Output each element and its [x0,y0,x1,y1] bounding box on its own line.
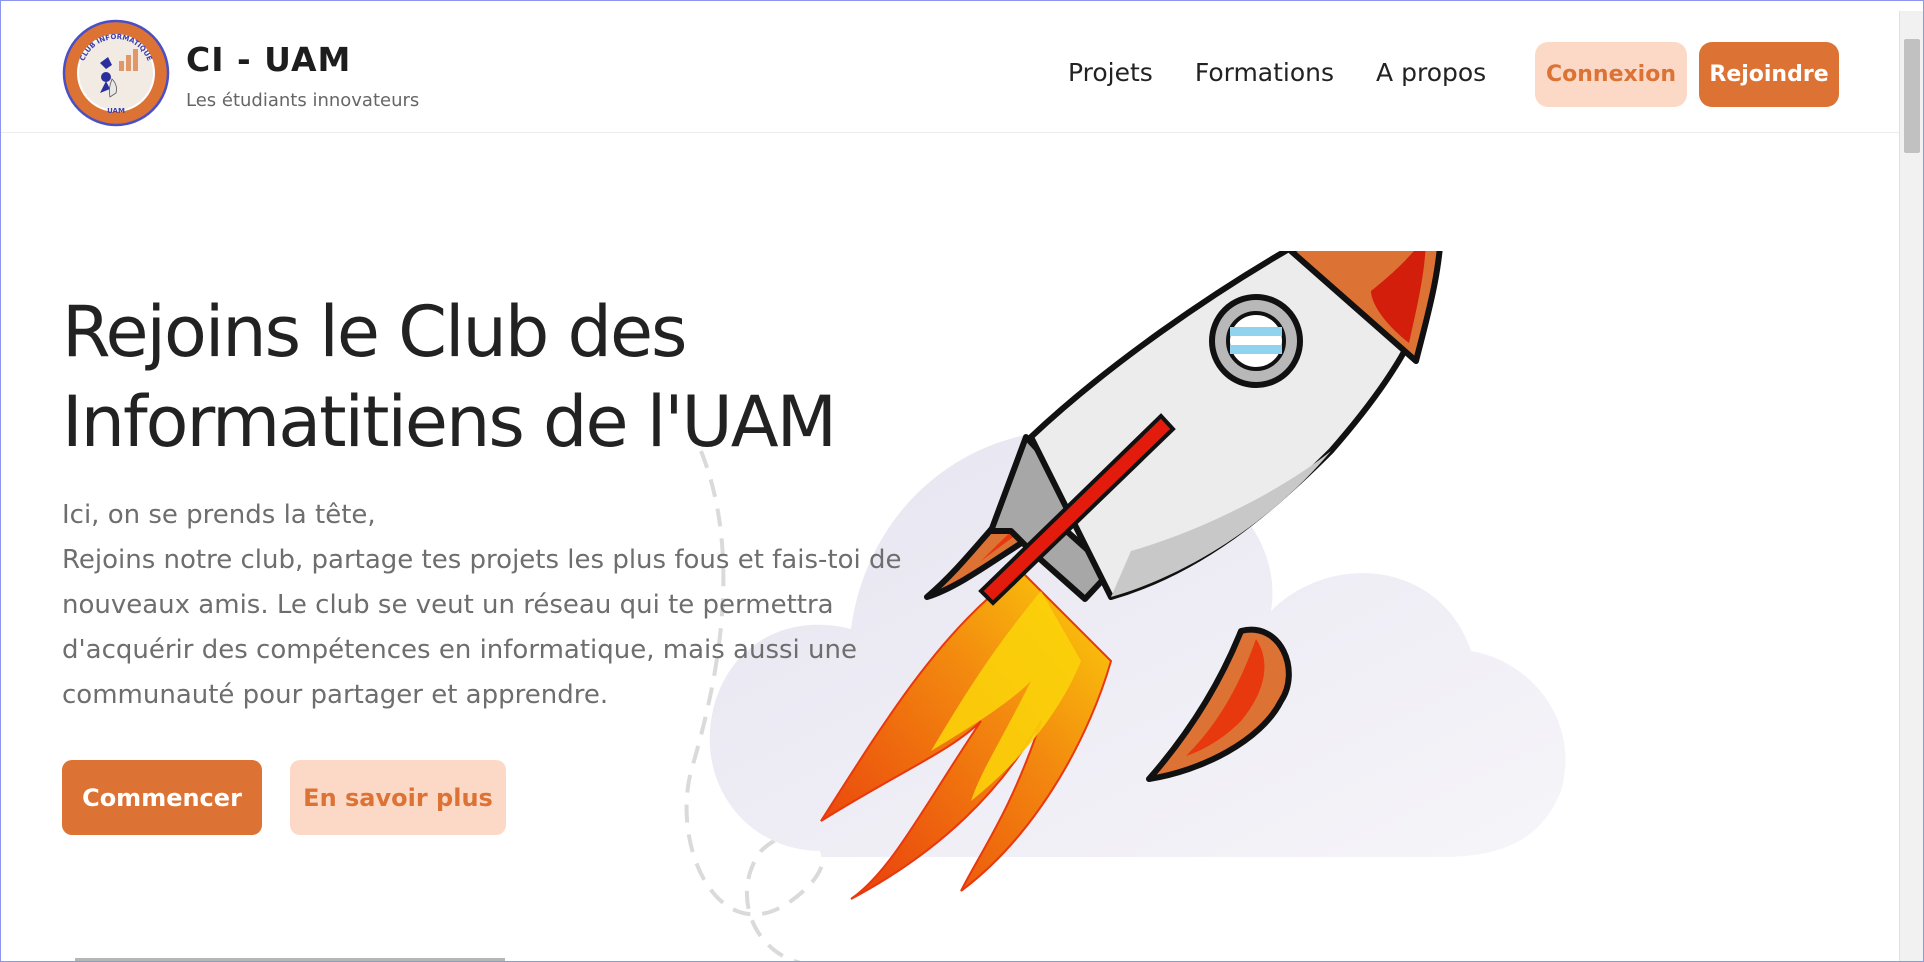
horizontal-scrollbar-thumb[interactable] [75,958,505,961]
navbar: CLUB INFORMATIQUE UAM CI - UAM Les étudi… [1,11,1899,133]
hero-title: Rejoins le Club des Informatitiens de l'… [62,287,962,467]
nav-link-projets[interactable]: Projets [1068,58,1153,87]
login-button[interactable]: Connexion [1535,42,1687,107]
logo-text-bottom: UAM [107,107,125,115]
vertical-scrollbar[interactable] [1899,11,1923,961]
join-button[interactable]: Rejoindre [1699,42,1839,107]
hero-text-line1: Ici, on se prends la tête, [62,500,376,530]
hero-text-line2: Rejoins notre club, partage tes projets … [62,545,902,710]
start-button[interactable]: Commencer [62,760,262,835]
brand-title[interactable]: CI - UAM [186,43,351,76]
nav-link-formations[interactable]: Formations [1195,58,1334,87]
rocket-window [1209,294,1303,388]
nav-link-a-propos[interactable]: A propos [1376,58,1486,87]
hero-description: Ici, on se prends la tête, Rejoins notre… [62,493,902,718]
hero-title-line1: Rejoins le Club des [62,291,687,373]
hero-title-line2: Informatitiens de l'UAM [62,381,837,463]
main-nav: Projets Formations A propos [1068,58,1528,87]
learn-more-button[interactable]: En savoir plus [290,760,506,835]
scrollbar-thumb[interactable] [1904,39,1920,153]
brand-subtitle: Les étudiants innovateurs [186,90,420,111]
club-logo-icon[interactable]: CLUB INFORMATIQUE UAM [62,19,170,127]
browser-viewport: CLUB INFORMATIQUE UAM CI - UAM Les étudi… [0,0,1924,962]
